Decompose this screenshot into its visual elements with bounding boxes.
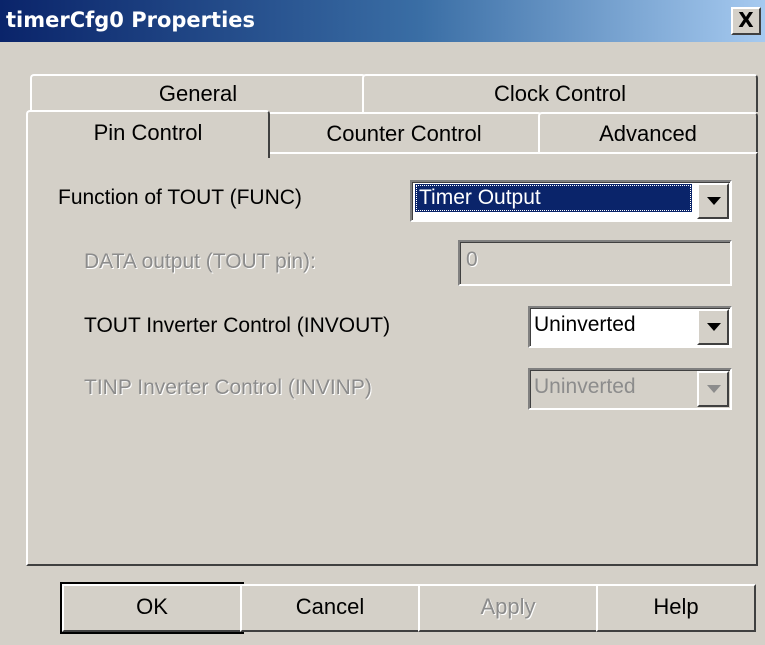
invout-select-value: Uninverted xyxy=(534,313,636,336)
tab-counter-control[interactable]: Counter Control xyxy=(266,112,542,154)
chevron-down-icon xyxy=(707,323,721,331)
tab-advanced[interactable]: Advanced xyxy=(538,112,758,154)
apply-button: Apply xyxy=(418,584,598,632)
data-output-field: 0 xyxy=(458,240,732,286)
title-bar[interactable]: timerCfg0 Properties X xyxy=(0,0,765,42)
cancel-button[interactable]: Cancel xyxy=(240,584,420,632)
apply-button-label: Apply xyxy=(480,594,536,619)
func-select-value: Timer Output xyxy=(415,184,692,212)
tab-label: General xyxy=(158,81,238,106)
tab-clock-control[interactable]: Clock Control xyxy=(362,74,758,112)
tab-label: Advanced xyxy=(599,121,697,146)
ok-button[interactable]: OK xyxy=(60,582,244,634)
cancel-button-label: Cancel xyxy=(295,594,365,619)
chevron-down-icon xyxy=(707,197,721,205)
invout-dropdown-button[interactable] xyxy=(697,309,729,345)
tab-pin-control[interactable]: Pin Control xyxy=(26,110,270,158)
data-output-value: 0 xyxy=(466,248,478,271)
tab-label: Clock Control xyxy=(493,81,627,106)
window-title: timerCfg0 Properties xyxy=(6,8,256,32)
chevron-down-icon xyxy=(707,385,721,393)
invinp-select-value: Uninverted xyxy=(534,375,636,398)
invout-select[interactable]: Uninverted xyxy=(528,306,732,348)
func-dropdown-button[interactable] xyxy=(697,183,729,219)
close-button[interactable]: X xyxy=(731,7,761,35)
tab-label: Pin Control xyxy=(93,120,203,145)
invinp-select: Uninverted xyxy=(528,368,732,410)
func-select[interactable]: Timer Output xyxy=(410,180,732,222)
tab-label: Counter Control xyxy=(326,121,482,146)
invinp-dropdown-button xyxy=(697,371,729,407)
close-icon: X xyxy=(738,8,754,32)
help-button-label: Help xyxy=(653,594,699,619)
ok-button-label: OK xyxy=(136,594,168,619)
help-button[interactable]: Help xyxy=(596,584,756,632)
tab-general[interactable]: General xyxy=(30,74,366,112)
